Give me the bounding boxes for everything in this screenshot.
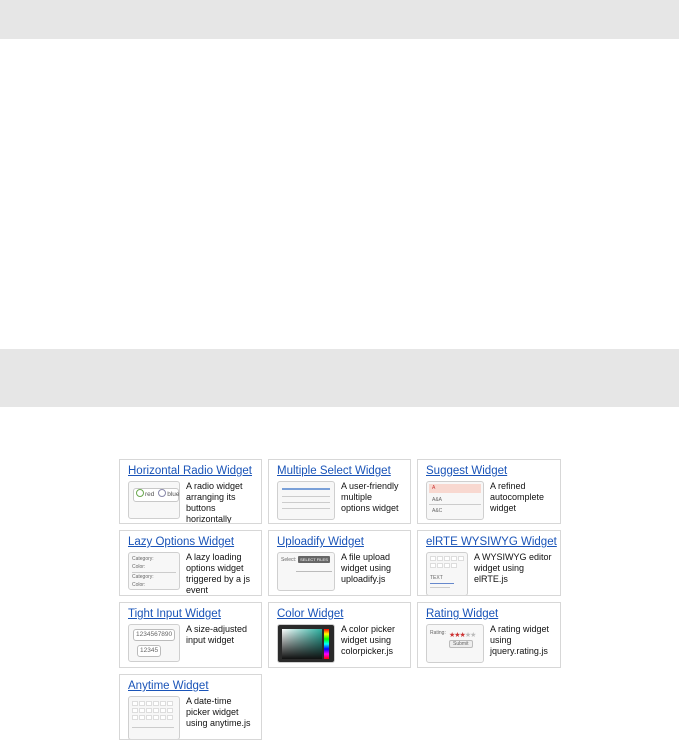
widget-link-tight-input[interactable]: Tight Input Widget	[128, 607, 253, 621]
widget-card-anytime: Anytime Widget A date-time picker widget…	[119, 674, 262, 740]
lazy-options-thumbnail-icon: Category: Color: Category: Color:	[128, 552, 180, 590]
widget-link-suggest[interactable]: Suggest Widget	[426, 464, 552, 478]
radio-label-blue: blue	[167, 491, 180, 498]
toolbar-button	[451, 563, 457, 568]
toolbar-button	[430, 556, 436, 561]
calendar-cell	[153, 701, 159, 706]
calendar-cell	[167, 701, 173, 706]
text-line	[430, 587, 450, 588]
selected-row	[282, 488, 330, 490]
divider	[282, 508, 330, 509]
widget-card-lazy-options: Lazy Options Widget Category: Color: Cat…	[119, 530, 262, 596]
widget-card-color: Color Widget A color picker widget using…	[268, 602, 411, 668]
thumb-input: 12345	[137, 645, 162, 657]
thumb-label: Category:	[132, 574, 154, 580]
widget-card-tight-input: Tight Input Widget 1234567890 12345 A si…	[119, 602, 262, 668]
calendar-cell	[153, 715, 159, 720]
divider	[282, 502, 330, 503]
calendar-cell	[160, 708, 166, 713]
calendar-cell	[139, 715, 145, 720]
widget-link-horizontal-radio[interactable]: Horizontal Radio Widget	[128, 464, 253, 478]
divider	[132, 727, 174, 728]
radio-dot-icon	[158, 489, 167, 497]
rating-thumbnail-icon: Rating: ★★★★★ Submit	[426, 624, 484, 663]
widget-link-anytime[interactable]: Anytime Widget	[128, 679, 253, 693]
hue-slider	[324, 629, 329, 659]
calendar-cell	[139, 708, 145, 713]
widget-card-rating: Rating Widget Rating: ★★★★★ Submit A rat…	[417, 602, 561, 668]
suggest-option: A&C	[432, 508, 443, 514]
top-gray-band	[0, 0, 679, 39]
widget-link-lazy-options[interactable]: Lazy Options Widget	[128, 535, 253, 549]
widget-link-elrte-wysiwyg[interactable]: elRTE WYSIWYG Widget	[426, 535, 557, 549]
calendar-cell	[167, 715, 173, 720]
thumb-submit: Submit	[449, 640, 473, 648]
widget-link-color[interactable]: Color Widget	[277, 607, 402, 621]
thumb-label: Color:	[132, 564, 146, 570]
thumb-label: Rating:	[430, 630, 446, 636]
calendar-cell	[153, 708, 159, 713]
toolbar-button	[437, 556, 443, 561]
calendar-cell	[160, 715, 166, 720]
middle-gray-band	[0, 349, 679, 407]
divider	[296, 571, 332, 572]
divider	[282, 496, 330, 497]
calendar-cell	[146, 708, 152, 713]
calendar-cell	[146, 715, 152, 720]
divider	[132, 572, 176, 573]
toolbar-button	[430, 563, 436, 568]
widget-link-multiple-select[interactable]: Multiple Select Widget	[277, 464, 402, 478]
anytime-thumbnail-icon	[128, 696, 180, 739]
calendar-cell	[132, 715, 138, 720]
calendar-cell	[139, 701, 145, 706]
color-picker-thumbnail-icon	[277, 624, 335, 663]
thumb-label: Color:	[132, 582, 146, 588]
widget-card-uploadify: Uploadify Widget Select: SELECT FILES A …	[268, 530, 411, 596]
calendar-cell	[160, 701, 166, 706]
suggest-input-text: A	[432, 485, 436, 491]
wysiwyg-thumbnail-icon: TEXT	[426, 552, 468, 595]
widget-card-horizontal-radio: Horizontal Radio Widget red blue A radio…	[119, 459, 262, 524]
multiselect-thumbnail-icon	[277, 481, 335, 520]
input-highlight	[429, 484, 481, 493]
select-files-thumb: SELECT FILES	[298, 556, 330, 563]
radio-label-red: red	[145, 491, 155, 498]
calendar-cell	[132, 708, 138, 713]
widget-link-rating[interactable]: Rating Widget	[426, 607, 552, 621]
color-palette	[282, 629, 322, 659]
link-line	[430, 583, 454, 584]
thumb-label: Select:	[281, 557, 297, 563]
radio-thumbnail-icon: red blue	[128, 481, 180, 519]
uploadify-thumbnail-icon: Select: SELECT FILES	[277, 552, 335, 591]
widget-card-suggest: Suggest Widget A A&A A&C A refined autoc…	[417, 459, 561, 524]
toolbar-button	[458, 556, 464, 561]
suggest-option: A&A	[432, 497, 443, 503]
radio-preview: red blue	[133, 488, 179, 502]
toolbar-button	[444, 563, 450, 568]
calendar-cell	[167, 708, 173, 713]
divider	[429, 504, 481, 505]
calendar-cell	[146, 701, 152, 706]
calendar-cell	[132, 701, 138, 706]
widget-card-multiple-select: Multiple Select Widget A user-friendly m…	[268, 459, 411, 524]
widget-card-elrte-wysiwyg: elRTE WYSIWYG Widget TEXT A WYSIWYG edit…	[417, 530, 561, 596]
widget-link-uploadify[interactable]: Uploadify Widget	[277, 535, 402, 549]
thumb-label: Category:	[132, 556, 154, 562]
toolbar-button	[444, 556, 450, 561]
toolbar-button	[437, 563, 443, 568]
suggest-thumbnail-icon: A A&A A&C	[426, 481, 484, 520]
stars-icon: ★★★★★	[449, 632, 476, 639]
radio-dot-icon	[136, 489, 144, 497]
thumb-label: TEXT	[430, 575, 443, 581]
toolbar-button	[451, 556, 457, 561]
tight-input-thumbnail-icon: 1234567890 12345	[128, 624, 180, 662]
thumb-input: 1234567890	[133, 629, 176, 641]
